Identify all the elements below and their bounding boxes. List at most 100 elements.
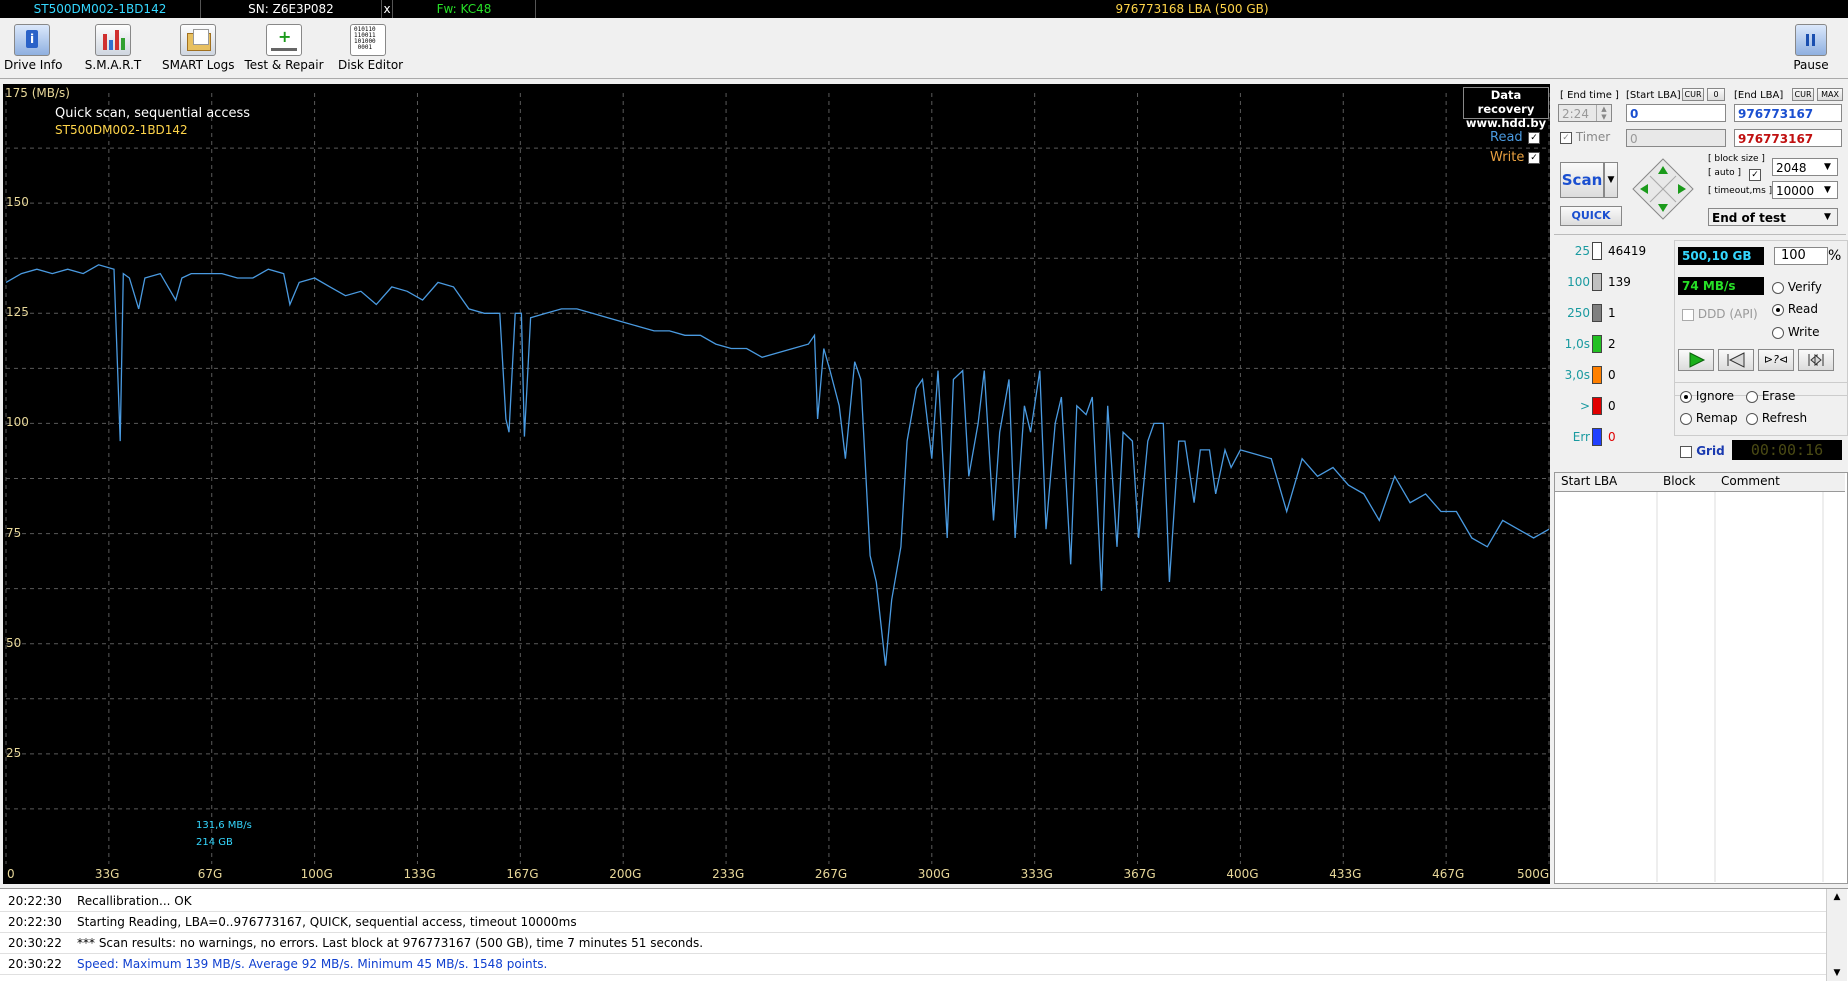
log-entry[interactable]: 20:22:30 Recallibration... OK xyxy=(0,891,1826,912)
disk-editor-button[interactable]: 010110 110011 101000 0001 Disk Editor xyxy=(338,22,403,74)
x-tick-label: 333G xyxy=(1020,867,1053,881)
counter-color-swatch xyxy=(1592,366,1602,384)
x-tick-label: 500G xyxy=(1517,867,1550,881)
current-speed-display: 74 MB/s xyxy=(1678,277,1764,295)
x-tick-label: 233G xyxy=(712,867,745,881)
drive-capacity: 976773168 LBA (500 GB) xyxy=(1115,2,1269,16)
x-tick-label: 433G xyxy=(1329,867,1362,881)
log-entry[interactable]: 20:30:22 *** Scan results: no warnings, n… xyxy=(0,933,1826,954)
timer-input[interactable]: 0 xyxy=(1626,129,1726,147)
log-scrollbar[interactable]: ▲ ▼ xyxy=(1826,889,1847,981)
speed-graph: 0 33G 67G 100G 133G 167G 200G 233G 267G 300G 333G 3… xyxy=(3,84,1550,884)
legend-read-checkbox[interactable]: ✓ xyxy=(1528,132,1540,144)
scroll-down-icon[interactable]: ▼ xyxy=(1827,965,1847,981)
verify-mode-option[interactable]: Verify xyxy=(1772,280,1822,294)
smart-chart-icon xyxy=(95,24,131,56)
counter-row: 100 139 xyxy=(1554,273,1670,291)
refresh-option[interactable]: Refresh xyxy=(1746,411,1807,425)
log-entry[interactable]: 20:22:30 Starting Reading, LBA=0..9767731… xyxy=(0,912,1826,933)
counter-color-swatch xyxy=(1592,304,1602,322)
log-message: *** Scan results: no warnings, no errors… xyxy=(77,936,704,950)
scan-button[interactable]: Scan xyxy=(1560,162,1604,198)
legend-write-checkbox[interactable]: ✓ xyxy=(1528,152,1540,164)
refresh-radio[interactable] xyxy=(1746,412,1758,425)
grid-option[interactable]: Grid xyxy=(1680,444,1725,458)
ddd-api-checkbox[interactable] xyxy=(1682,308,1694,321)
table-column-header[interactable]: Start LBA xyxy=(1561,474,1617,488)
end-action-select[interactable]: End of test xyxy=(1708,208,1838,226)
start-lba-input[interactable]: 0 xyxy=(1626,104,1726,122)
y-tick-label: 75 xyxy=(6,525,22,540)
block-time-counters: 25 46419 100 139 250 1 1,0s 2 3,0s 0 >0 Err 0 xyxy=(1554,242,1670,462)
end-time-spinner[interactable]: ▲ ▼ xyxy=(1596,105,1611,121)
x-tick-label: 167G xyxy=(506,867,539,881)
ignore-option[interactable]: Ignore xyxy=(1680,389,1734,403)
counter-row: Err 0 xyxy=(1554,428,1670,446)
erase-radio[interactable] xyxy=(1746,390,1758,403)
quick-mode-button[interactable]: QUICK xyxy=(1560,206,1622,226)
close-drive-button[interactable]: x xyxy=(382,0,393,18)
log-message: Speed: Maximum 139 MB/s. Average 92 MB/s… xyxy=(77,957,548,971)
timer-option[interactable]: ✓ Timer xyxy=(1560,130,1610,144)
graph-title: Quick scan, sequential access xyxy=(55,106,251,121)
counter-threshold: > xyxy=(1579,399,1590,413)
counter-threshold: 250 xyxy=(1567,306,1590,320)
timeout-dropdown-icon[interactable]: ▼ xyxy=(1824,185,1831,195)
toolbar: i Drive Info S.M.A.R.T SMART Logs + Test… xyxy=(0,18,1848,79)
log-message: Recallibration... OK xyxy=(77,894,192,908)
start-lba-cur-button[interactable]: CUR xyxy=(1682,88,1704,101)
drive-info-button[interactable]: i Drive Info xyxy=(4,22,63,74)
smart-logs-button[interactable]: SMART Logs xyxy=(162,22,234,74)
play-button[interactable] xyxy=(1678,349,1714,371)
verify-radio[interactable] xyxy=(1772,281,1784,294)
remap-option[interactable]: Remap xyxy=(1680,411,1738,425)
remap-radio[interactable] xyxy=(1680,412,1692,425)
counter-value: 2 xyxy=(1608,337,1616,351)
auto-checkbox[interactable]: ✓ xyxy=(1749,169,1761,181)
skip-unknown-button[interactable]: ⊳?⊲ xyxy=(1758,349,1794,371)
scan-dropdown-arrow[interactable]: ▼ xyxy=(1604,162,1618,198)
x-tick-label: 300G xyxy=(917,867,950,881)
end-lba-cur-button[interactable]: CUR xyxy=(1792,88,1814,101)
x-tick-label: 100G xyxy=(300,867,333,881)
x-tick-label: 33G xyxy=(94,867,120,881)
read-speed-line xyxy=(5,264,1550,666)
pause-button[interactable]: Pause xyxy=(1786,22,1836,74)
counter-color-swatch xyxy=(1592,397,1602,415)
graph-drive-model: ST500DM002-1BD142 xyxy=(55,123,188,137)
write-mode-option[interactable]: Write xyxy=(1772,325,1820,339)
log-timestamp: 20:30:22 xyxy=(8,936,62,950)
read-mode-option[interactable]: Read xyxy=(1772,302,1818,316)
end-lba-input[interactable]: 976773167 xyxy=(1734,104,1842,122)
skip-end-icon xyxy=(1808,353,1824,367)
test-repair-label: Test & Repair xyxy=(244,58,324,72)
x-tick-label: 467G xyxy=(1432,867,1465,881)
drive-model[interactable]: ST500DM002-1BD142 xyxy=(0,0,201,18)
brand-label[interactable]: Data recovery www.hdd.by xyxy=(1463,87,1549,130)
end-lba-max-button[interactable]: MAX xyxy=(1817,88,1843,101)
table-column-header[interactable]: Block xyxy=(1663,474,1695,488)
end-time-label: [ End time ] xyxy=(1560,90,1619,101)
ddd-api-option[interactable]: DDD (API) xyxy=(1682,307,1758,321)
block-size-dropdown-icon[interactable]: ▼ xyxy=(1824,162,1831,172)
start-lba-label: [Start LBA] xyxy=(1626,90,1681,101)
log-entry[interactable]: 20:30:22 Speed: Maximum 139 MB/s. Average… xyxy=(0,954,1826,975)
write-radio[interactable] xyxy=(1772,326,1784,339)
rewind-button[interactable] xyxy=(1718,349,1754,371)
skip-end-button[interactable] xyxy=(1798,349,1834,371)
ignore-radio[interactable] xyxy=(1680,390,1692,403)
test-repair-button[interactable]: + Test & Repair xyxy=(244,22,324,74)
end-action-dropdown-icon[interactable]: ▼ xyxy=(1824,212,1831,222)
erase-option[interactable]: Erase xyxy=(1746,389,1795,403)
table-column-header[interactable]: Comment xyxy=(1721,474,1780,488)
drive-info-label: Drive Info xyxy=(4,58,63,72)
direction-pad[interactable] xyxy=(1632,158,1694,220)
start-lba-zero-button[interactable]: 0 xyxy=(1707,88,1725,101)
grid-checkbox[interactable] xyxy=(1680,445,1692,458)
scroll-up-icon[interactable]: ▲ xyxy=(1827,889,1847,905)
read-radio[interactable] xyxy=(1772,303,1784,316)
smart-button[interactable]: S.M.A.R.T xyxy=(82,22,144,74)
separator xyxy=(1554,234,1846,235)
counter-color-swatch xyxy=(1592,428,1602,446)
timer-checkbox[interactable]: ✓ xyxy=(1560,131,1572,144)
